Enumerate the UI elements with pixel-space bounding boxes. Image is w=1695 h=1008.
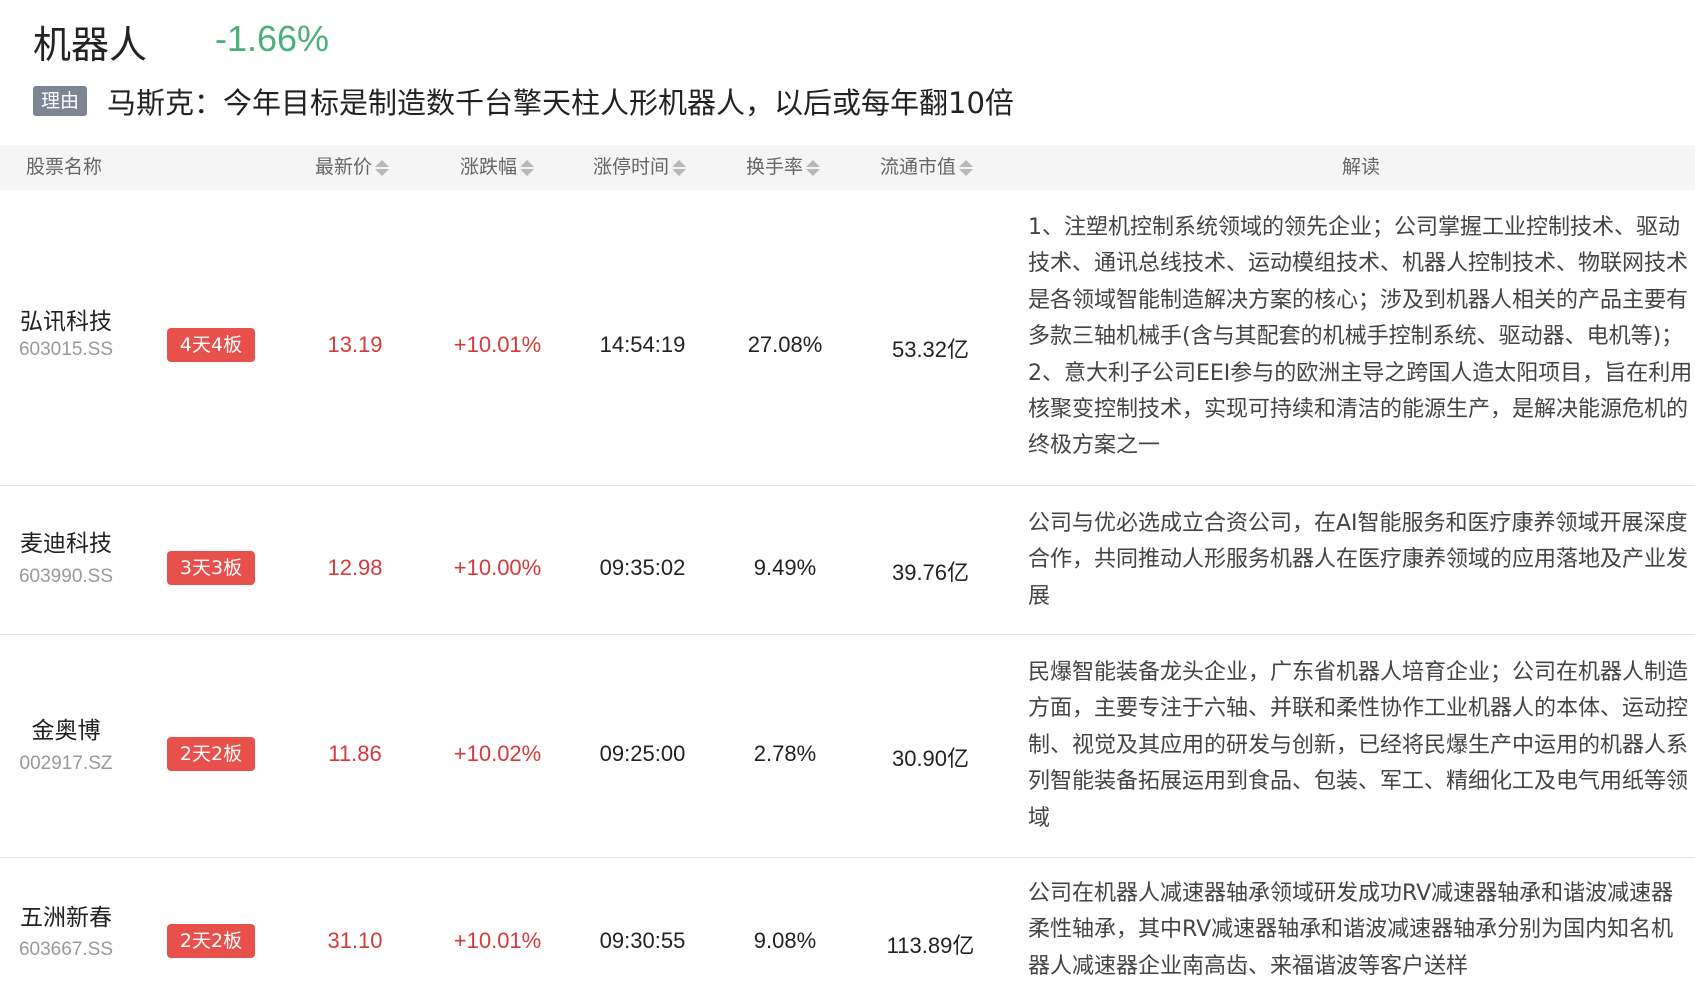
limit-up-badge: 2天2板 (167, 924, 255, 958)
analysis-text: 民爆智能装备龙头企业，广东省机器人培育企业；公司在机器人制造方面，主要专注于六轴… (1028, 660, 1689, 831)
turnover-rate: 9.08% (753, 928, 817, 953)
latest-price: 11.86 (328, 741, 382, 766)
limit-up-badge: 4天4板 (167, 328, 255, 362)
sort-icon[interactable] (375, 159, 390, 177)
limit-up-time: 09:30:55 (599, 928, 686, 953)
turnover-rate: 9.49% (753, 555, 817, 580)
change-percent: +10.00% (453, 555, 542, 580)
stock-code: 603015.SS (18, 339, 114, 360)
table-row[interactable]: 金奥博 002917.SZ 2天2板 11.86 +10.02% 09:25:0… (0, 635, 1695, 858)
stock-code: 002917.SZ (19, 753, 113, 774)
analysis-text: 公司在机器人减速器轴承领域研发成功RV减速器轴承和谐波减速器柔性轴承，其中RV减… (1028, 881, 1674, 979)
reason-row: 理由 马斯克：今年目标是制造数千台擎天柱人形机器人，以后或每年翻10倍 (33, 80, 1014, 122)
market-cap: 53.32亿 (891, 337, 970, 362)
turnover-rate: 2.78% (753, 741, 817, 766)
col-header-turnover[interactable]: 换手率 (746, 145, 821, 190)
col-header-limit-time[interactable]: 涨停时间 (593, 145, 687, 190)
reason-text: 马斯克：今年目标是制造数千台擎天柱人形机器人，以后或每年翻10倍 (107, 86, 1014, 120)
sort-icon[interactable] (520, 159, 535, 177)
table-row[interactable]: 弘讯科技 603015.SS 4天4板 13.19 +10.01% 14:54:… (0, 190, 1695, 486)
stock-name[interactable]: 弘讯科技 (0, 302, 132, 336)
limit-up-time: 09:35:02 (599, 555, 686, 580)
table-row[interactable]: 五洲新春 603667.SS 2天2板 31.10 +10.01% 09:30:… (0, 858, 1695, 1008)
limit-up-time: 09:25:00 (599, 741, 686, 766)
change-percent: +10.01% (453, 928, 542, 953)
stock-name[interactable]: 麦迪科技 (0, 524, 132, 558)
limit-up-badge: 3天3板 (167, 551, 255, 585)
stock-code: 603667.SS (18, 939, 114, 960)
latest-price: 13.19 (327, 332, 383, 357)
latest-price: 12.98 (327, 555, 383, 580)
stock-name[interactable]: 金奥博 (0, 711, 132, 745)
change-percent: +10.01% (453, 332, 542, 357)
market-cap: 113.89亿 (886, 933, 975, 958)
sort-icon[interactable] (672, 159, 687, 177)
turnover-rate: 27.08% (747, 332, 823, 357)
sector-change-percent: -1.66% (215, 18, 330, 59)
limit-up-time: 14:54:19 (599, 332, 686, 357)
stock-table: 股票名称 最新价 涨跌幅 涨停时间 换手率 流通市值 解读 弘讯科技 60301… (0, 145, 1695, 1008)
col-header-market-cap[interactable]: 流通市值 (880, 145, 974, 190)
stock-code: 603990.SS (18, 566, 114, 587)
market-cap: 39.76亿 (891, 560, 970, 585)
change-percent: +10.02% (453, 741, 542, 766)
stock-name[interactable]: 五洲新春 (0, 898, 132, 932)
analysis-text: 公司与优必选成立合资公司，在AI智能服务和医疗康养领域开展深度合作，共同推动人形… (1028, 511, 1689, 609)
market-cap: 30.90亿 (891, 746, 970, 771)
table-row[interactable]: 麦迪科技 603990.SS 3天3板 12.98 +10.00% 09:35:… (0, 486, 1695, 635)
reason-tag: 理由 (33, 86, 88, 116)
col-header-analysis: 解读 (1342, 156, 1381, 178)
table-header: 股票名称 最新价 涨跌幅 涨停时间 换手率 流通市值 解读 (0, 145, 1695, 190)
analysis-text: 1、注塑机控制系统领域的领先企业；公司掌握工业控制技术、驱动技术、通讯总线技术、… (1028, 215, 1693, 459)
sector-title: 机器人 (33, 23, 148, 67)
sort-icon[interactable] (806, 159, 821, 177)
col-header-name: 股票名称 (26, 156, 103, 178)
latest-price: 31.10 (327, 928, 383, 953)
col-header-change[interactable]: 涨跌幅 (460, 145, 535, 190)
sort-icon[interactable] (959, 159, 974, 177)
limit-up-badge: 2天2板 (167, 737, 255, 771)
col-header-price[interactable]: 最新价 (315, 145, 390, 190)
sector-header: 机器人 -1.66% 理由 马斯克：今年目标是制造数千台擎天柱人形机器人，以后或… (0, 0, 1695, 145)
